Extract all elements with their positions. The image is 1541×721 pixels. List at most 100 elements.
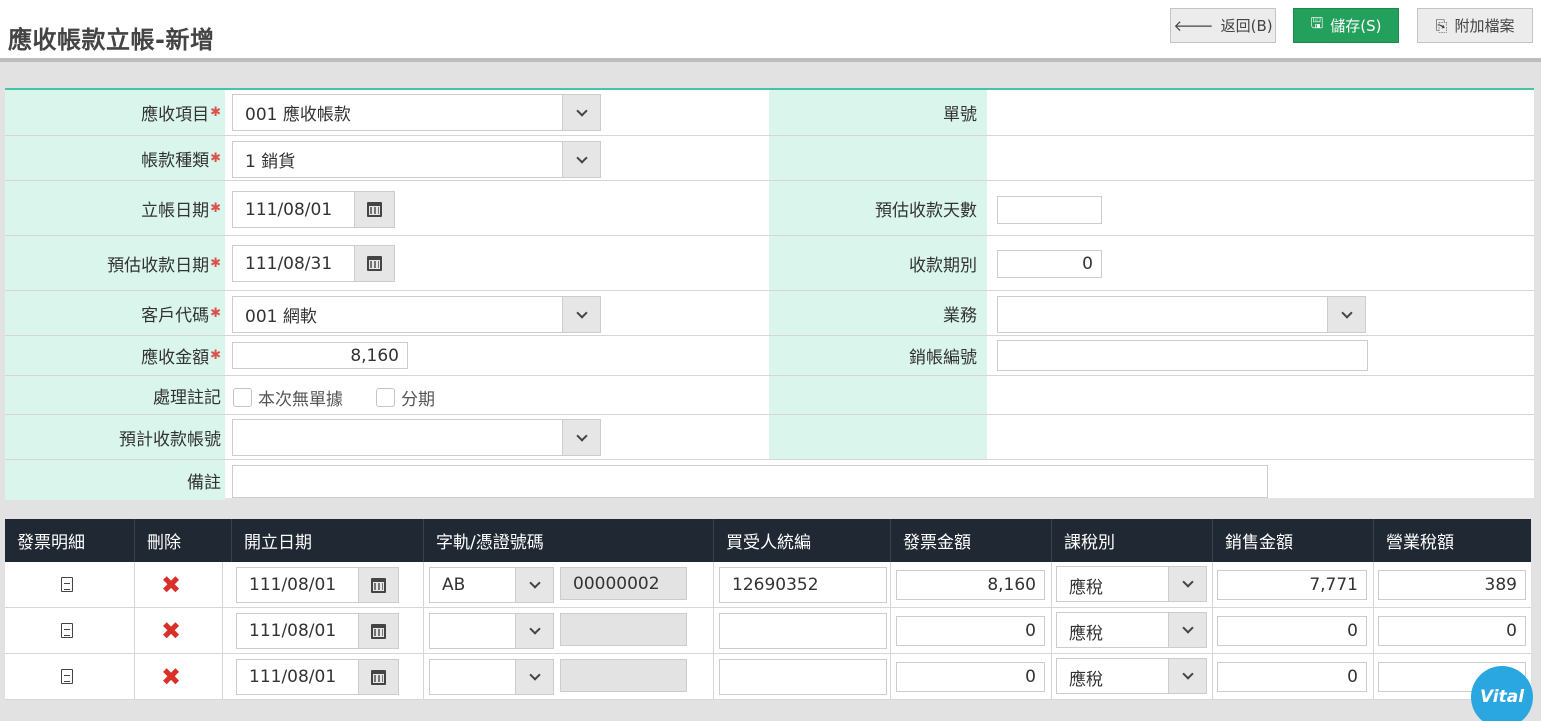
invoice-date-picker[interactable]: 111/08/01 (236, 659, 399, 695)
cell-divider (890, 654, 891, 700)
invoice-number-field (560, 613, 687, 646)
chevron-down-icon (515, 568, 553, 602)
invoice-date-picker[interactable]: 111/08/01 (236, 567, 399, 603)
tax-type-select[interactable]: 應稅 (1056, 612, 1207, 648)
amount-input[interactable]: 8,160 (232, 342, 408, 369)
est-days-input[interactable] (997, 196, 1102, 224)
cell-divider (134, 562, 135, 608)
vital-chat-badge[interactable]: Vital (1471, 666, 1533, 721)
chevron-down-icon (562, 95, 600, 130)
cell-divider (713, 654, 714, 700)
calendar-icon[interactable] (354, 246, 394, 281)
cell-divider (1051, 654, 1052, 700)
arrow-left-icon: 🡐 (1173, 17, 1214, 35)
buyer-id-input[interactable]: 12690352 (719, 567, 887, 603)
tax-amount-input[interactable]: 0 (1378, 616, 1526, 646)
invoice-grid-header: 發票明細 刪除 開立日期 字軌/憑證號碼 買受人統編 發票金額 課稅別 銷售金額… (5, 519, 1531, 562)
tax-type-select[interactable]: 應稅 (1056, 658, 1207, 694)
top-bar: 應收帳款立帳-新增 🡐 返回(B) 🖫 儲存(S) ⎘ 附加檔案 (0, 0, 1541, 62)
cell-divider (1373, 608, 1374, 654)
installment-checkbox[interactable]: 分期 (376, 385, 435, 410)
invoice-amount-input[interactable]: 0 (896, 616, 1045, 646)
chevron-down-icon (562, 420, 600, 455)
cell-divider (1212, 654, 1213, 700)
column-header: 刪除 (134, 519, 222, 562)
flags-label: 處理註記 (5, 376, 225, 414)
track-value: AB (442, 575, 466, 595)
chevron-down-icon (1168, 659, 1206, 693)
delete-icon[interactable]: ✖ (161, 619, 181, 643)
cell-divider (222, 608, 223, 654)
buyer-id-input[interactable] (719, 613, 887, 649)
customer-value: 001 網軟 (245, 307, 317, 327)
form-row: 預估收款日期 ✱ 111/08/31 收款期別 0 (5, 236, 1534, 291)
invoice-detail-icon[interactable] (61, 577, 73, 592)
track-select[interactable]: AB (429, 567, 554, 603)
save-button[interactable]: 🖫 儲存(S) (1293, 8, 1399, 43)
invoice-amount-input[interactable]: 0 (896, 662, 1045, 692)
sales-amount-input[interactable]: 7,771 (1217, 570, 1367, 600)
calendar-icon[interactable] (358, 660, 398, 694)
tax-amount-input[interactable]: 389 (1378, 570, 1526, 600)
calendar-icon[interactable] (358, 568, 398, 602)
cell-divider (134, 608, 135, 654)
column-header: 字軌/憑證號碼 (423, 519, 713, 562)
post-date-label: 立帳日期 ✱ (5, 181, 225, 235)
form-row: 預計收款帳號 (5, 415, 1534, 460)
customer-select[interactable]: 001 網軟 (232, 296, 601, 333)
invoice-detail-icon[interactable] (61, 623, 73, 638)
tax-type-value: 應稅 (1069, 578, 1103, 598)
no-document-checkbox[interactable]: 本次無單據 (233, 385, 343, 410)
ar-item-label: 應收項目 ✱ (5, 90, 225, 135)
tax-type-value: 應稅 (1069, 624, 1103, 644)
cell-divider (890, 562, 891, 608)
back-button[interactable]: 🡐 返回(B) (1170, 8, 1276, 43)
column-header: 銷售金額 (1212, 519, 1373, 562)
cell-divider (1212, 562, 1213, 608)
sales-select[interactable] (997, 296, 1366, 333)
cell-divider (713, 562, 714, 608)
form-row: 立帳日期 ✱ 111/08/01 預估收款天數 (5, 181, 1534, 236)
floppy-disk-icon: 🖫 (1310, 14, 1324, 32)
remark-label: 備註 (5, 460, 225, 500)
account-type-select[interactable]: 1 銷貨 (232, 141, 601, 178)
est-date-picker[interactable]: 111/08/31 (232, 245, 395, 282)
post-date-picker[interactable]: 111/08/01 (232, 191, 395, 228)
track-select[interactable] (429, 659, 554, 695)
attach-file-button[interactable]: ⎘ 附加檔案 (1417, 8, 1533, 43)
form-row: 處理註記 本次無單據 分期 (5, 376, 1534, 415)
invoice-number-field (560, 659, 687, 692)
calendar-icon[interactable] (354, 192, 394, 227)
checkbox-box[interactable] (376, 388, 395, 407)
delete-icon[interactable]: ✖ (161, 573, 181, 597)
buyer-id-input[interactable] (719, 659, 887, 695)
writeoff-no-input[interactable] (997, 340, 1368, 371)
column-header: 發票明細 (17, 533, 85, 553)
est-date-value: 111/08/31 (245, 253, 333, 274)
period-label: 收款期別 (769, 236, 987, 290)
cell-divider (1373, 654, 1374, 700)
column-header: 買受人統編 (713, 519, 890, 562)
invoice-detail-icon[interactable] (61, 669, 73, 684)
cell-divider (423, 608, 424, 654)
remark-input[interactable] (232, 465, 1268, 498)
page-title: 應收帳款立帳-新增 (8, 26, 215, 54)
tax-type-select[interactable]: 應稅 (1056, 566, 1207, 602)
calendar-icon[interactable] (358, 614, 398, 648)
checkbox-box[interactable] (233, 388, 252, 407)
sales-amount-input[interactable]: 0 (1217, 662, 1367, 692)
post-date-value: 111/08/01 (245, 199, 333, 220)
ar-item-select[interactable]: 001 應收帳款 (232, 94, 601, 131)
est-account-select[interactable] (232, 419, 601, 456)
cell-divider (1373, 562, 1374, 608)
sales-amount-input[interactable]: 0 (1217, 616, 1367, 646)
period-input[interactable]: 0 (997, 250, 1102, 278)
invoice-amount-input[interactable]: 8,160 (896, 570, 1045, 600)
tax-type-value: 應稅 (1069, 670, 1103, 690)
delete-icon[interactable]: ✖ (161, 665, 181, 689)
cell-divider (1051, 608, 1052, 654)
track-select[interactable] (429, 613, 554, 649)
cell-divider (423, 562, 424, 608)
account-type-value: 1 銷貨 (245, 152, 296, 172)
invoice-date-picker[interactable]: 111/08/01 (236, 613, 399, 649)
